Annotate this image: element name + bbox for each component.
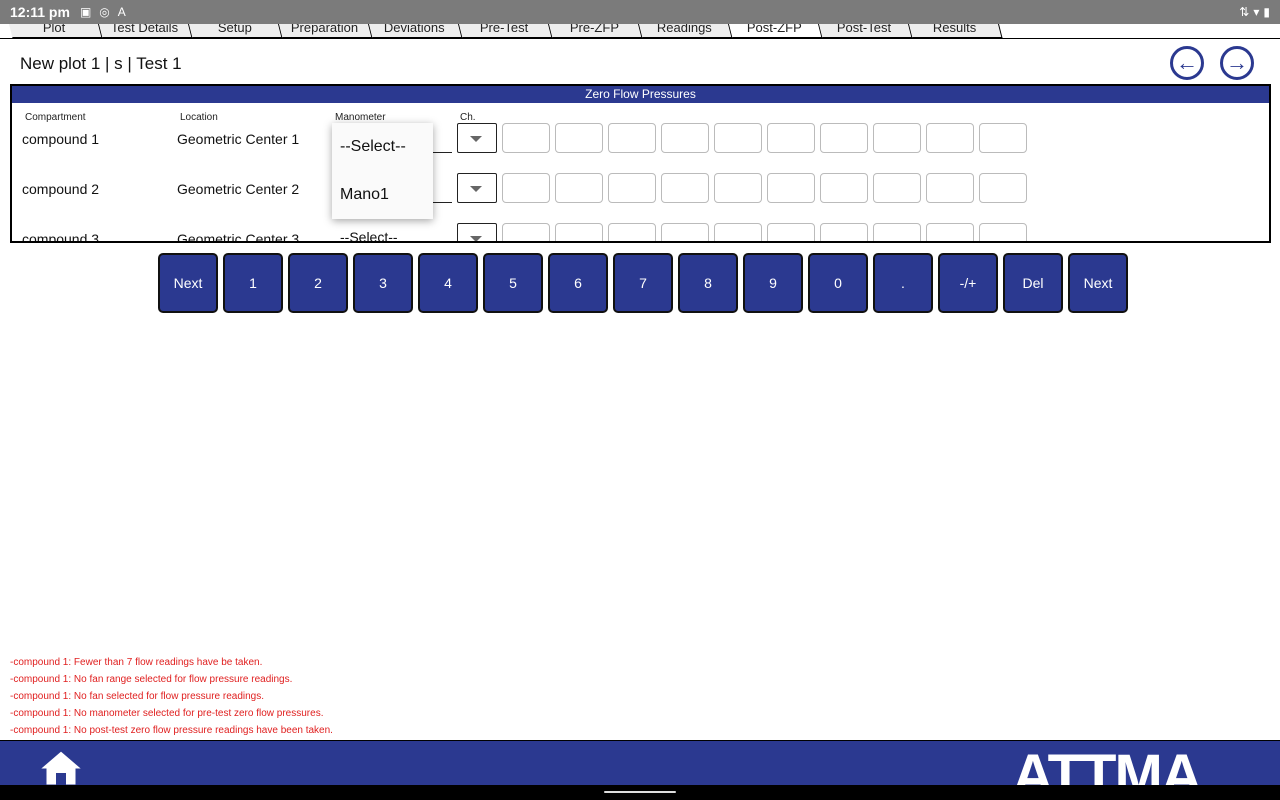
column-header-location: Location [180,112,218,123]
warning-message: -compound 1: No post-test zero flow pres… [10,725,333,736]
reading-input[interactable] [608,123,656,153]
warning-message: -compound 1: No fan selected for flow pr… [10,691,265,702]
key-2[interactable]: 2 [288,253,348,313]
reading-input[interactable] [714,123,762,153]
key-delete[interactable]: Del [1003,253,1063,313]
warning-message: -compound 1: No fan range selected for f… [10,674,293,685]
data-transfer-icon: ⇅ [1239,5,1250,19]
key-next-right[interactable]: Next [1068,253,1128,313]
reading-input[interactable] [555,173,603,203]
tab-pre-zfp[interactable]: Pre-ZFP [547,24,643,38]
reading-input[interactable] [502,173,550,203]
reading-input[interactable] [555,123,603,153]
reading-input[interactable] [926,123,974,153]
tab-preparation[interactable]: Preparation [277,24,373,38]
warning-list: -compound 1: Fewer than 7 flow readings … [10,654,333,739]
manometer-dropdown: --Select-- Mano1 [332,123,433,219]
reading-input[interactable] [714,223,762,241]
reading-input[interactable] [661,173,709,203]
numeric-keypad: Next 1 2 3 4 5 6 7 8 9 0 . -/+ Del Next [158,253,1128,313]
dropdown-option-mano1[interactable]: Mano1 [332,171,433,219]
reading-input[interactable] [979,223,1027,241]
key-sign[interactable]: -/+ [938,253,998,313]
tab-plot[interactable]: Plot [7,24,103,38]
row-compartment: compound 1 [22,131,100,147]
reading-input[interactable] [714,173,762,203]
reading-input[interactable] [820,223,868,241]
reading-input[interactable] [767,173,815,203]
key-7[interactable]: 7 [613,253,673,313]
row-compartment: compound 3 [22,231,100,243]
dropdown-option-select[interactable]: --Select-- [332,123,433,171]
reading-input[interactable] [767,223,815,241]
key-5[interactable]: 5 [483,253,543,313]
reading-input[interactable] [767,123,815,153]
reading-input[interactable] [873,223,921,241]
footer-bar: ATTMA [0,740,1280,785]
key-9[interactable]: 9 [743,253,803,313]
row-compartment: compound 2 [22,181,100,197]
tab-bar: Plot Test Details Setup Preparation Devi… [0,24,1280,39]
tab-pre-test[interactable]: Pre-Test [457,24,553,38]
reading-input[interactable] [979,123,1027,153]
tab-deviations[interactable]: Deviations [367,24,463,38]
vpn-icon: ◎ [99,5,110,19]
tab-readings[interactable]: Readings [637,24,733,38]
home-icon[interactable] [38,749,84,785]
font-icon: A [117,5,126,19]
warning-message: -compound 1: Fewer than 7 flow readings … [10,657,263,668]
key-8[interactable]: 8 [678,253,738,313]
key-0[interactable]: 0 [808,253,868,313]
status-bar: 12:11 pm ▣ ◎ A ⇅ ▾ ▮ [0,0,1280,24]
key-next-left[interactable]: Next [158,253,218,313]
key-decimal[interactable]: . [873,253,933,313]
home-gesture-handle[interactable] [604,791,676,793]
forward-arrow-icon[interactable]: → [1220,46,1254,80]
channel-select[interactable] [457,123,497,153]
tab-results[interactable]: Results [907,24,1003,38]
image-icon: ▣ [79,5,92,19]
row-location: Geometric Center 1 [177,131,300,147]
tab-setup[interactable]: Setup [187,24,283,38]
reading-input[interactable] [820,123,868,153]
reading-input[interactable] [502,123,550,153]
system-nav-bar [0,785,1280,800]
panel-title: Zero Flow Pressures [12,86,1269,103]
reading-input[interactable] [979,173,1027,203]
reading-input[interactable] [502,223,550,241]
tab-post-zfp[interactable]: Post-ZFP [727,24,823,38]
reading-input[interactable] [608,173,656,203]
reading-input[interactable] [926,173,974,203]
attma-logo: ATTMA [1012,743,1203,785]
reading-input[interactable] [926,223,974,241]
channel-select[interactable] [457,173,497,203]
reading-input[interactable] [873,173,921,203]
column-header-manometer: Manometer [335,112,386,123]
key-4[interactable]: 4 [418,253,478,313]
status-time: 12:11 pm [10,4,70,20]
back-arrow-icon[interactable]: ← [1170,46,1204,80]
zero-flow-pressures-panel: Zero Flow Pressures Compartment Location… [10,84,1271,243]
key-3[interactable]: 3 [353,253,413,313]
channel-select[interactable] [457,223,497,241]
reading-input[interactable] [873,123,921,153]
reading-input[interactable] [661,223,709,241]
reading-input[interactable] [608,223,656,241]
reading-input[interactable] [820,173,868,203]
reading-input[interactable] [555,223,603,241]
column-header-channel: Ch. [460,112,476,123]
tab-test-details[interactable]: Test Details [97,24,193,38]
key-6[interactable]: 6 [548,253,608,313]
row-location: Geometric Center 3 [177,231,300,243]
column-header-compartment: Compartment [25,112,86,123]
warning-message: -compound 1: No manometer selected for p… [10,708,324,719]
reading-input[interactable] [661,123,709,153]
key-1[interactable]: 1 [223,253,283,313]
row-location: Geometric Center 2 [177,181,300,197]
manometer-select[interactable]: --Select-- [332,223,452,241]
page-title: New plot 1 | s | Test 1 [20,54,182,73]
wifi-icon: ▾ [1253,5,1260,19]
tab-post-test[interactable]: Post-Test [817,24,913,38]
battery-icon: ▮ [1263,5,1270,19]
